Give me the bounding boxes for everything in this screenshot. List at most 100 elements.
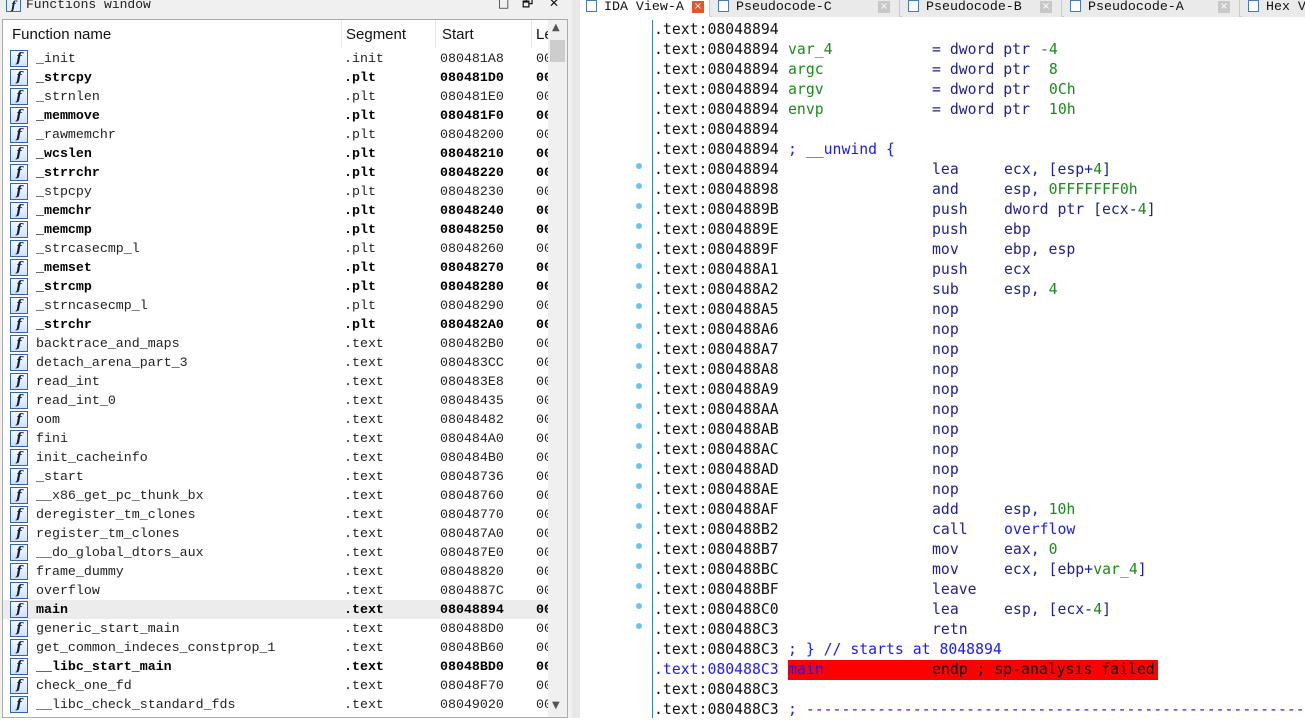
- listing-line[interactable]: .text:080488AA nop: [654, 400, 1305, 420]
- function-row[interactable]: f init_cacheinfo .text 080484B0 00: [3, 448, 548, 467]
- function-row[interactable]: f _strnlen .plt 080481E0 00: [3, 87, 548, 106]
- function-row[interactable]: f _strcasecmp_l .plt 08048260 00: [3, 239, 548, 258]
- breakpoint-dot-icon[interactable]: [636, 243, 642, 249]
- listing-line[interactable]: .text:08048894 argv = dword ptr 0Ch: [654, 80, 1305, 100]
- breakpoint-dot-icon[interactable]: [636, 383, 642, 389]
- listing-line[interactable]: .text:080488C3 retn: [654, 620, 1305, 640]
- function-row[interactable]: f _strcmp .plt 08048280 00: [3, 277, 548, 296]
- function-row[interactable]: f _memcmp .plt 08048250 00: [3, 220, 548, 239]
- tab-close-icon[interactable]: ×: [1218, 1, 1230, 13]
- scroll-up-icon[interactable]: ▲: [552, 22, 560, 33]
- function-row[interactable]: f _strncasecmp_l .plt 08048290 00: [3, 296, 548, 315]
- function-row[interactable]: f get_common_indeces_constprop_1 .text 0804…: [3, 638, 548, 657]
- listing-line[interactable]: .text:080488C0 lea esp, [ecx- 4]: [654, 600, 1305, 620]
- function-row[interactable]: f deregister_tm_clones .text 08048770 00: [3, 505, 548, 524]
- breakpoint-dot-icon[interactable]: [636, 603, 642, 609]
- listing-line[interactable]: .text:080488A8 nop: [654, 360, 1305, 380]
- function-row[interactable]: f frame_dummy .text 08048820 00: [3, 562, 548, 581]
- close-button[interactable]: ✕: [549, 0, 559, 9]
- tab-close-icon[interactable]: ×: [692, 1, 704, 13]
- function-row[interactable]: f _init .init 080481A8 00: [3, 49, 548, 68]
- listing-line[interactable]: .text:080488A7 nop: [654, 340, 1305, 360]
- listing-line[interactable]: .text:08048894 argc = dword ptr 8: [654, 60, 1305, 80]
- function-row[interactable]: f _wcslen .plt 08048210 00: [3, 144, 548, 163]
- function-row[interactable]: f detach_arena_part_3 .text 080483CC 00: [3, 353, 548, 372]
- tab-hex-v[interactable]: Hex V: [1242, 0, 1305, 17]
- listing-line[interactable]: .text:08048894: [654, 20, 1305, 40]
- breakpoint-dot-icon[interactable]: [636, 563, 642, 569]
- breakpoint-dot-icon[interactable]: [636, 223, 642, 229]
- breakpoint-dot-icon[interactable]: [636, 183, 642, 189]
- listing-line[interactable]: .text:0804889B push dword ptr [ecx- 4]: [654, 200, 1305, 220]
- listing-line[interactable]: .text:0804889F mov ebp, esp: [654, 240, 1305, 260]
- breakpoint-dot-icon[interactable]: [636, 343, 642, 349]
- function-row[interactable]: f __libc_start_main .text 08048BD0 00: [3, 657, 548, 676]
- tab-pseudocode-c[interactable]: Pseudocode-C ×: [712, 0, 900, 17]
- function-row[interactable]: f _strchr .plt 080482A0 00: [3, 315, 548, 334]
- breakpoint-dot-icon[interactable]: [636, 503, 642, 509]
- breakpoint-dot-icon[interactable]: [636, 403, 642, 409]
- breakpoint-dot-icon[interactable]: [636, 543, 642, 549]
- breakpoint-dot-icon[interactable]: [636, 203, 642, 209]
- function-row[interactable]: f _strcpy .plt 080481D0 00: [3, 68, 548, 87]
- listing-line[interactable]: .text:08048894 ; __unwind {: [654, 140, 1305, 160]
- listing-line[interactable]: .text:08048894 var_4 = dword ptr -4: [654, 40, 1305, 60]
- breakpoint-dot-icon[interactable]: [636, 423, 642, 429]
- tab-close-icon[interactable]: ×: [878, 1, 890, 13]
- function-row[interactable]: f generic_start_main .text 080488D0 00: [3, 619, 548, 638]
- function-row[interactable]: f _strrchr .plt 08048220 00: [3, 163, 548, 182]
- breakpoint-dot-icon[interactable]: [636, 443, 642, 449]
- tab-pseudocode-a[interactable]: Pseudocode-A ×: [1064, 0, 1240, 17]
- function-row[interactable]: f _memset .plt 08048270 00: [3, 258, 548, 277]
- listing-line[interactable]: .text:080488A2 sub esp, 4: [654, 280, 1305, 300]
- breakpoint-dot-icon[interactable]: [636, 583, 642, 589]
- function-row[interactable]: fmain .text 08048894 00: [3, 600, 548, 619]
- breakpoint-dot-icon[interactable]: [636, 303, 642, 309]
- listing-line[interactable]: .text:08048894: [654, 120, 1305, 140]
- column-segment[interactable]: Segment: [346, 26, 406, 43]
- function-row[interactable]: f _memmove .plt 080481F0 00: [3, 106, 548, 125]
- tab-ida-view-a[interactable]: IDA View-A ×: [580, 0, 710, 17]
- listing-line[interactable]: .text:080488A1 push ecx: [654, 260, 1305, 280]
- listing-line[interactable]: .text:080488C3: [654, 680, 1305, 700]
- function-row[interactable]: f _start .text 08048736 00: [3, 467, 548, 486]
- listing-line[interactable]: .text:080488AE nop: [654, 480, 1305, 500]
- listing-line[interactable]: .text:080488B2 call overflow: [654, 520, 1305, 540]
- listing-line[interactable]: .text:080488A6 nop: [654, 320, 1305, 340]
- function-row[interactable]: f __x86_get_pc_thunk_bx .text 08048760 00: [3, 486, 548, 505]
- tab-close-icon[interactable]: ×: [1040, 1, 1052, 13]
- listing-line[interactable]: .text:080488BC mov ecx, [ebp+ var_4]: [654, 560, 1305, 580]
- breakpoint-dot-icon[interactable]: [636, 163, 642, 169]
- listing-line[interactable]: .text:080488BF leave: [654, 580, 1305, 600]
- column-start[interactable]: Start: [442, 26, 474, 43]
- function-row[interactable]: f register_tm_clones .text 080487A0 00: [3, 524, 548, 543]
- listing-line[interactable]: .text:08048898 and esp, 0FFFFFFF0h: [654, 180, 1305, 200]
- restore-button[interactable]: 🗗: [522, 0, 533, 9]
- breakpoint-dot-icon[interactable]: [636, 463, 642, 469]
- breakpoint-dot-icon[interactable]: [636, 483, 642, 489]
- listing-line[interactable]: .text:080488AF add esp, 10h: [654, 500, 1305, 520]
- function-row[interactable]: f __libc_check_standard_fds .text 08049020 0…: [3, 695, 548, 714]
- listing-line[interactable]: .text:080488B7 mov eax, 0: [654, 540, 1305, 560]
- listing-line[interactable]: .text:0804889E push ebp: [654, 220, 1305, 240]
- listing-line[interactable]: .text:080488C3 ; ------------------------…: [654, 700, 1305, 720]
- breakpoint-dot-icon[interactable]: [636, 323, 642, 329]
- column-function-name[interactable]: Function name: [12, 26, 111, 43]
- breakpoint-dot-icon[interactable]: [636, 363, 642, 369]
- listing-line[interactable]: .text:08048894 envp = dword ptr 10h: [654, 100, 1305, 120]
- function-row[interactable]: f check_one_fd .text 08048F70 00: [3, 676, 548, 695]
- function-row[interactable]: f __do_global_dtors_aux .text 080487E0 00: [3, 543, 548, 562]
- listing-line[interactable]: .text:080488A5 nop: [654, 300, 1305, 320]
- function-row[interactable]: f read_int .text 080483E8 00: [3, 372, 548, 391]
- breakpoint-dot-icon[interactable]: [636, 283, 642, 289]
- function-row[interactable]: f _stpcpy .plt 08048230 00: [3, 182, 548, 201]
- function-row[interactable]: f backtrace_and_maps .text 080482B0 00: [3, 334, 548, 353]
- listing-line[interactable]: .text:080488AC nop: [654, 440, 1305, 460]
- breakpoint-dot-icon[interactable]: [636, 523, 642, 529]
- listing-line[interactable]: .text:080488C3 main endp ; sp-analysis fai…: [654, 660, 1305, 680]
- listing-line[interactable]: .text:080488A9 nop: [654, 380, 1305, 400]
- vertical-scrollbar[interactable]: ▲ ▼: [548, 20, 567, 717]
- scroll-down-icon[interactable]: ▼: [552, 700, 560, 711]
- listing-line[interactable]: .text:080488AB nop: [654, 420, 1305, 440]
- listing-line[interactable]: .text:08048894 lea ecx, [esp+ 4]: [654, 160, 1305, 180]
